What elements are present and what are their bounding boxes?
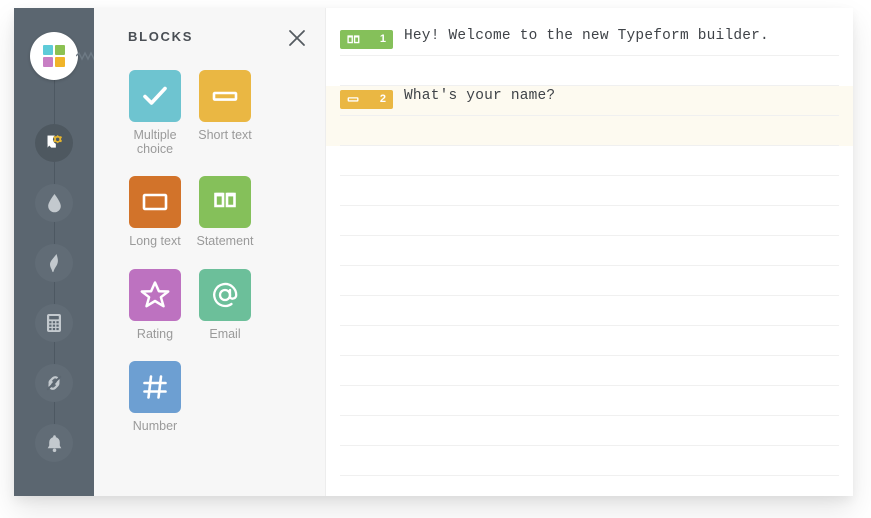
- block-tile: [129, 268, 181, 321]
- flame-icon: [49, 254, 58, 273]
- blocks-panel: BLOCKS Multiple choice Short text Long t…: [94, 8, 325, 496]
- empty-row[interactable]: [326, 296, 853, 326]
- short-text-icon: [347, 97, 359, 102]
- block-label: Email: [209, 326, 241, 341]
- empty-row[interactable]: [326, 146, 853, 176]
- quote-icon: [347, 35, 360, 44]
- quote-icon: [214, 192, 236, 208]
- empty-row[interactable]: [326, 446, 853, 476]
- empty-row[interactable]: [326, 206, 853, 236]
- sidebar-item-notifications[interactable]: [35, 424, 73, 462]
- hash-icon: [143, 375, 167, 399]
- logo-square-purple: [43, 57, 53, 67]
- connect-icon: [46, 375, 62, 391]
- sidebar-item-logic[interactable]: [35, 244, 73, 282]
- block-long-text[interactable]: Long text: [120, 176, 190, 249]
- calculator-icon: [47, 314, 61, 332]
- empty-row[interactable]: [326, 266, 853, 296]
- rail-connector: [53, 162, 55, 184]
- block-multiple-choice[interactable]: Multiple choice: [120, 70, 190, 156]
- empty-row[interactable]: [326, 476, 853, 496]
- check-icon: [143, 86, 167, 105]
- empty-row[interactable]: [326, 416, 853, 446]
- app-window: BLOCKS Multiple choice Short text Long t…: [14, 8, 853, 496]
- block-number[interactable]: Number: [120, 361, 190, 434]
- empty-row[interactable]: [326, 116, 853, 146]
- block-label-line1: Multiple: [133, 128, 177, 142]
- block-label: Short text: [198, 128, 252, 142]
- blocks-panel-header: BLOCKS: [94, 8, 325, 66]
- rail-connector: [53, 342, 55, 364]
- block-label: Multiple choice: [133, 128, 177, 156]
- empty-row[interactable]: [326, 56, 853, 86]
- block-email[interactable]: Email: [190, 268, 260, 342]
- empty-rows-container: [326, 146, 853, 496]
- question-number: 1: [379, 33, 386, 45]
- block-tile: [199, 268, 251, 321]
- long-text-icon: [142, 193, 168, 211]
- block-tile: [199, 176, 251, 228]
- logo-square-cyan: [43, 45, 53, 55]
- sidebar-item-theme[interactable]: [35, 184, 73, 222]
- block-tile: [199, 70, 251, 122]
- at-icon: [213, 282, 238, 307]
- block-statement[interactable]: Statement: [190, 176, 260, 249]
- rail-connector: [53, 402, 55, 424]
- block-rating[interactable]: Rating: [120, 268, 190, 342]
- question-badge[interactable]: 2: [340, 90, 393, 109]
- question-text[interactable]: Hey! Welcome to the new Typeform builder…: [404, 28, 769, 44]
- block-tile: [129, 361, 181, 413]
- rail-connector: [53, 222, 55, 244]
- block-label: Rating: [136, 326, 174, 341]
- empty-row[interactable]: [326, 386, 853, 416]
- blocks-panel-title: BLOCKS: [128, 29, 194, 44]
- typeform-logo[interactable]: [30, 32, 78, 80]
- sidebar-item-design[interactable]: [35, 124, 73, 162]
- question-row[interactable]: 2 What's your name?: [326, 86, 853, 116]
- sidebar-item-calculator[interactable]: [35, 304, 73, 342]
- logo-grid: [43, 45, 65, 67]
- question-text[interactable]: What's your name?: [404, 88, 555, 104]
- sidebar-item-connect[interactable]: [35, 364, 73, 402]
- left-nav-rail: [14, 8, 102, 496]
- block-label: Statement: [196, 234, 254, 248]
- block-label: Number: [132, 419, 178, 433]
- form-editor-panel: 1 Hey! Welcome to the new Typeform build…: [325, 8, 853, 496]
- star-icon: [140, 281, 170, 308]
- rail-connector: [53, 282, 55, 304]
- question-row[interactable]: 1 Hey! Welcome to the new Typeform build…: [326, 26, 853, 56]
- block-tile: [129, 176, 181, 228]
- empty-row[interactable]: [326, 236, 853, 266]
- rail-connector: [53, 80, 55, 124]
- page-gear-icon: [47, 134, 63, 148]
- empty-row[interactable]: [326, 326, 853, 356]
- block-short-text[interactable]: Short text: [190, 70, 260, 156]
- block-label-line2: choice: [136, 141, 174, 156]
- drop-icon: [47, 194, 61, 213]
- block-tile: [129, 70, 181, 122]
- logo-square-green: [55, 45, 65, 55]
- logo-square-yellow: [55, 57, 65, 67]
- editor-top-spacer: [326, 8, 853, 26]
- question-badge[interactable]: 1: [340, 30, 393, 49]
- block-label: Long text: [129, 234, 181, 248]
- short-text-icon: [212, 91, 238, 101]
- close-icon[interactable]: [287, 28, 307, 48]
- question-number: 2: [379, 93, 386, 105]
- blocks-grid: Multiple choice Short text Long text Sta…: [120, 70, 310, 454]
- empty-row[interactable]: [326, 356, 853, 386]
- bell-icon: [47, 434, 61, 452]
- empty-row[interactable]: [326, 176, 853, 206]
